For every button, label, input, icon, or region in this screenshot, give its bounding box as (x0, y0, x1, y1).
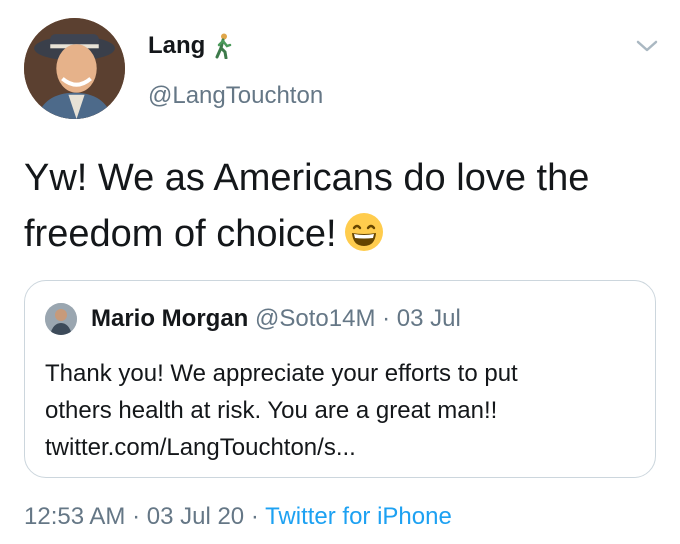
footer-separator: · (250, 503, 259, 530)
quoted-display-name[interactable]: Mario Morgan (91, 305, 248, 332)
tweet-footer: 12:53 AM · 03 Jul 20 · Twitter for iPhon… (24, 503, 452, 531)
avatar-photo (24, 18, 125, 119)
tweet-body: Yw! We as Americans do love the freedom … (24, 157, 590, 255)
quoted-tweet-card[interactable]: Mario Morgan @Soto14M · 03 Jul Thank you… (24, 280, 656, 478)
display-name-text: Lang (148, 32, 206, 59)
footer-separator: · (132, 503, 141, 530)
person-walking-icon (213, 33, 233, 60)
quoted-link[interactable]: twitter.com/LangTouchton/s... (45, 429, 635, 466)
quoted-text-line: others health at risk. You are a great m… (45, 397, 498, 424)
tweet-date[interactable]: 03 Jul 20 (147, 503, 244, 530)
quoted-separator: · (382, 305, 391, 332)
quoted-tweet-header: Mario Morgan @Soto14M · 03 Jul (91, 305, 461, 333)
quoted-date[interactable]: 03 Jul (397, 305, 461, 332)
more-options-chevron-icon[interactable] (634, 36, 660, 56)
tweet-time[interactable]: 12:53 AM (24, 503, 125, 530)
tweet-source-link[interactable]: Twitter for iPhone (265, 503, 452, 530)
author-handle[interactable]: @LangTouchton (148, 82, 323, 110)
quoted-author-avatar[interactable] (45, 303, 77, 335)
quoted-text-line: Thank you! We appreciate your efforts to… (45, 360, 518, 387)
quoted-handle[interactable]: @Soto14M (255, 305, 375, 332)
grinning-face-with-smiling-eyes-icon (343, 211, 385, 253)
author-name[interactable]: Lang (148, 32, 233, 60)
quoted-tweet-text: Thank you! We appreciate your efforts to… (45, 355, 635, 466)
author-avatar[interactable] (24, 18, 125, 119)
tweet-text: Yw! We as Americans do love the freedom … (24, 150, 664, 262)
